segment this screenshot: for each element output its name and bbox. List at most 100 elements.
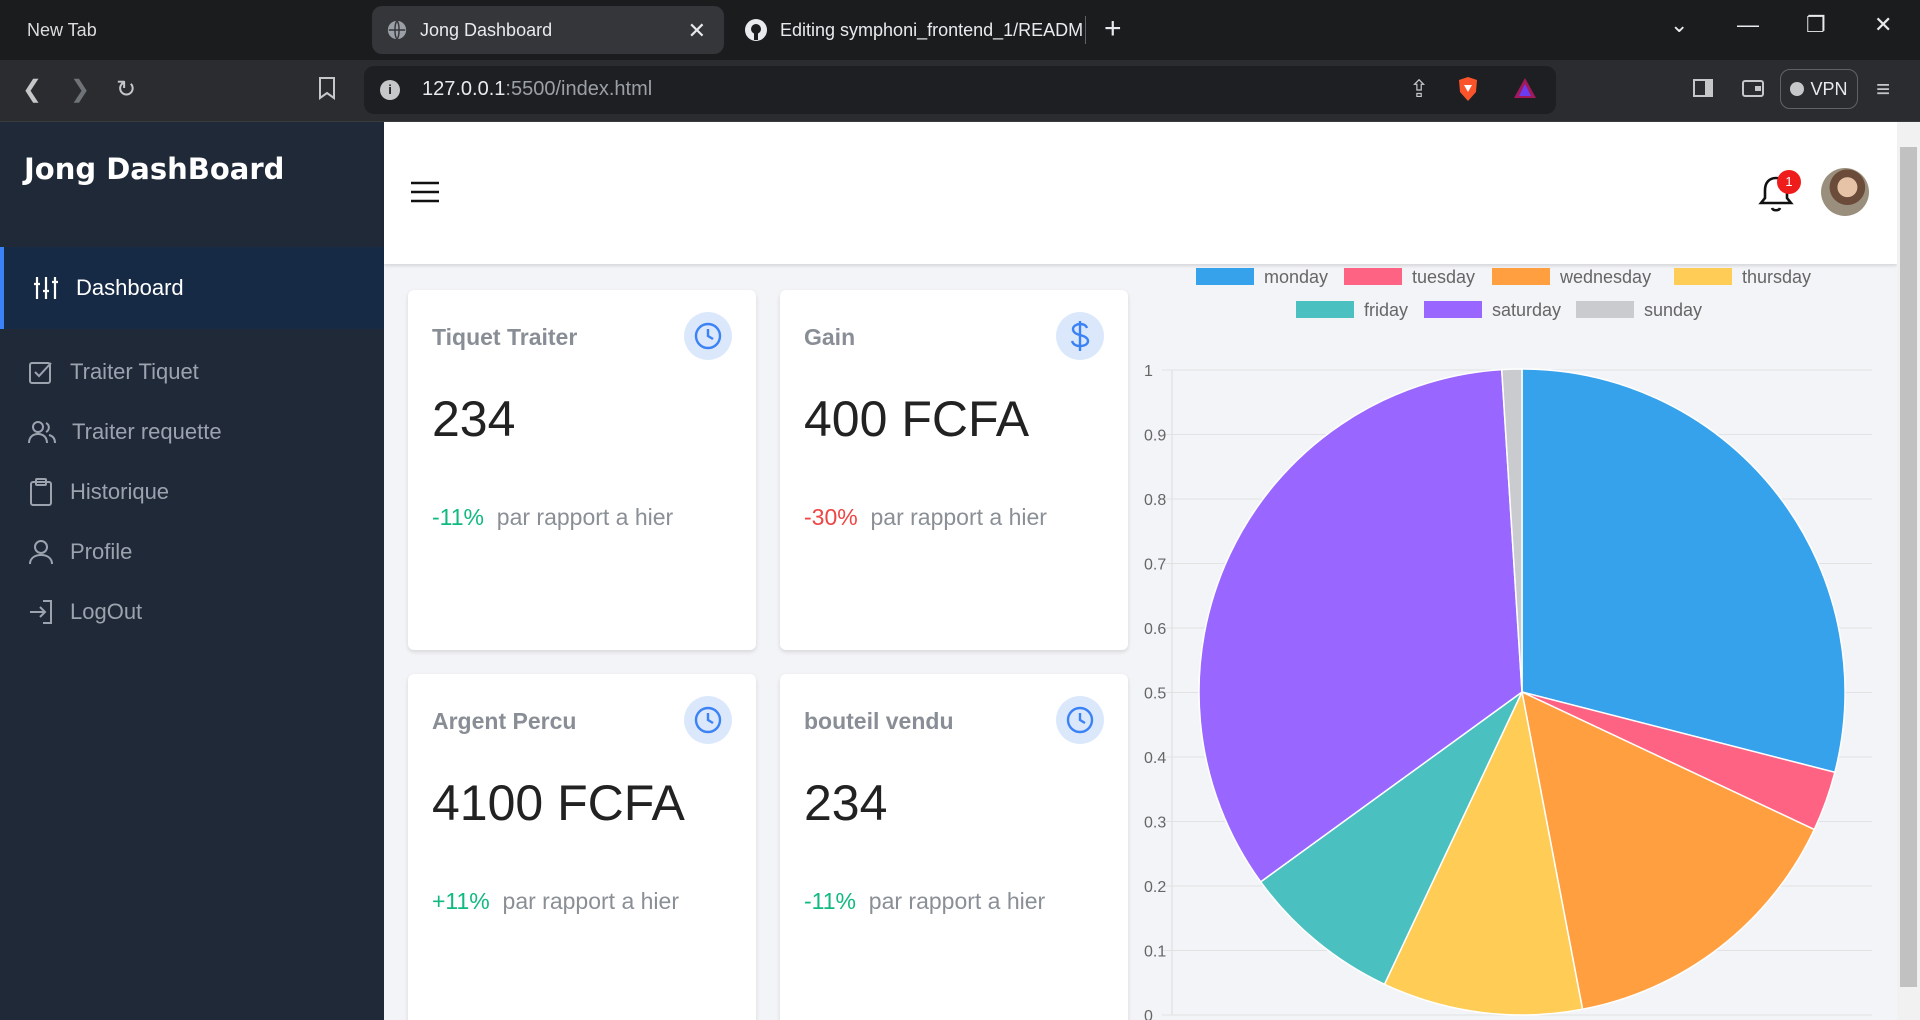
legend-swatch [1492, 268, 1550, 285]
y-tick-label: 0 [1144, 1008, 1153, 1020]
address-bar[interactable]: i 127.0.0.1:5500/index.html ⇪ [364, 66, 1556, 114]
browser-tabbar: New Tab Jong Dashboard ✕ Editing symphon… [0, 0, 1920, 60]
sidebar-item-dashboard[interactable]: Dashboard [0, 247, 384, 329]
sidebar-toggle-icon[interactable] [1693, 76, 1713, 104]
y-tick-label: 0.5 [1144, 686, 1166, 703]
pie-chart: monday tuesday wednesday thursday friday satu… [1144, 267, 1872, 1020]
card-title: bouteil vendu [804, 708, 954, 734]
window-close-icon[interactable]: ✕ [1874, 12, 1892, 38]
sidebar-item-traiter-requette[interactable]: Traiter requette [28, 412, 222, 452]
sidebar-item-label: Traiter Tiquet [70, 359, 199, 384]
card-footer: -11% par rapport a hier [432, 504, 673, 531]
vpn-button[interactable]: VPN [1780, 69, 1858, 109]
legend-label: wednesday [1559, 267, 1651, 287]
sidebar-item-label: LogOut [70, 599, 143, 624]
card-footer: +11% par rapport a hier [432, 888, 679, 915]
card-delta-text: par rapport a hier [496, 504, 674, 530]
brave-rewards-icon[interactable] [1512, 76, 1538, 107]
legend-label: thursday [1742, 267, 1811, 287]
tab-search-chevron-icon[interactable]: ⌄ [1670, 12, 1688, 38]
legend-label: saturday [1492, 300, 1561, 320]
tab-title: Editing symphoni_frontend_1/READM [780, 19, 1084, 40]
tab-github-editing[interactable]: Editing symphoni_frontend_1/READM [744, 6, 1084, 54]
card-footer: -11% par rapport a hier [804, 888, 1045, 915]
sidebar-item-label: Dashboard [76, 275, 184, 300]
url-text[interactable]: 127.0.0.1:5500/index.html [422, 78, 652, 101]
dollar-icon [1056, 312, 1104, 360]
sidebar: Jong DashBoard Dashboard Traiter Tiquet … [0, 122, 384, 1020]
y-tick-label: 1 [1144, 363, 1153, 380]
stat-card-bouteil-vendu: bouteil vendu 234 -11% par rapport a hie… [780, 674, 1128, 1020]
legend-label: sunday [1644, 300, 1702, 320]
tab-separator [1085, 16, 1086, 44]
card-delta: -11% [804, 888, 856, 914]
y-tick-label: 0.2 [1144, 879, 1166, 896]
globe-icon [387, 20, 407, 40]
tab-title: New Tab [27, 19, 97, 40]
avatar[interactable] [1821, 168, 1869, 216]
card-delta: -11% [432, 504, 484, 530]
legend-swatch [1196, 268, 1254, 285]
sidebar-item-profile[interactable]: Profile [28, 532, 132, 572]
card-title: Gain [804, 324, 856, 350]
close-tab-icon[interactable]: ✕ [688, 18, 706, 44]
reload-icon[interactable]: ↻ [116, 76, 136, 104]
card-footer: -30% par rapport a hier [804, 504, 1047, 531]
legend-swatch [1576, 301, 1634, 318]
menu-icon[interactable]: ≡ [1876, 76, 1890, 104]
url-host: 127.0.0.1 [422, 78, 506, 100]
brand-title: Jong DashBoard [24, 152, 285, 186]
new-tab-plus-icon[interactable]: + [1104, 12, 1122, 46]
tab-jong-dashboard[interactable]: Jong Dashboard ✕ [372, 6, 724, 54]
y-tick-label: 0.7 [1144, 557, 1166, 574]
sidebar-item-label: Historique [70, 479, 170, 504]
page: Jong DashBoard Dashboard Traiter Tiquet … [0, 122, 1920, 1020]
legend-label: friday [1364, 300, 1408, 320]
legend-swatch [1344, 268, 1402, 285]
card-delta-text: par rapport a hier [502, 888, 679, 914]
y-tick-label: 0.4 [1144, 750, 1166, 767]
scrollbar-thumb[interactable] [1900, 147, 1917, 987]
card-delta-text: par rapport a hier [870, 504, 1047, 530]
users-icon [28, 421, 56, 444]
sidebar-item-historique[interactable]: Historique [28, 472, 169, 512]
checkbox-icon [29, 362, 52, 384]
card-value: 234 [432, 391, 516, 447]
sidebar-item-label: Profile [70, 539, 133, 564]
github-icon [745, 19, 767, 41]
stat-card-tiquet-traiter: Tiquet Traiter 234 -11% par rapport a hi… [408, 290, 756, 650]
site-info-icon[interactable]: i [380, 80, 400, 100]
legend-swatch [1296, 301, 1354, 318]
share-icon[interactable]: ⇪ [1409, 76, 1429, 104]
tab-title: Jong Dashboard [420, 19, 553, 40]
user-icon [29, 540, 53, 565]
sidebar-item-logout[interactable]: LogOut [28, 592, 142, 632]
back-icon[interactable]: ❮ [22, 76, 42, 104]
card-delta-text: par rapport a hier [868, 888, 1046, 914]
wallet-icon[interactable] [1742, 76, 1764, 104]
card-value: 4100 FCFA [432, 775, 685, 831]
card-delta: -30% [804, 504, 858, 530]
minimize-icon[interactable]: — [1737, 12, 1759, 38]
bookmark-icon[interactable] [318, 76, 336, 107]
restore-icon[interactable]: ❐ [1806, 12, 1826, 38]
y-tick-label: 0.3 [1144, 815, 1166, 832]
tab-new-tab[interactable]: New Tab [27, 6, 97, 54]
sliders-icon [34, 277, 58, 299]
clock-icon [1056, 696, 1104, 744]
url-path: :5500/index.html [505, 78, 653, 100]
sidebar-item-label: Traiter requette [72, 419, 222, 444]
pie-chart-panel: monday tuesday wednesday thursday friday satu… [1128, 242, 1878, 1020]
browser-toolbar: ❮ ❯ ↻ i 127.0.0.1:5500/index.html ⇪ VPN … [0, 60, 1920, 122]
brave-shield-icon[interactable] [1456, 76, 1480, 109]
y-tick-label: 0.8 [1144, 492, 1166, 509]
legend-swatch [1424, 301, 1482, 318]
clipboard-icon [30, 478, 52, 506]
stat-card-argent-percu: Argent Percu 4100 FCFA +11% par rapport … [408, 674, 756, 1020]
logout-icon [30, 600, 52, 624]
clock-icon [684, 312, 732, 360]
hamburger-menu-icon[interactable] [410, 180, 440, 204]
sidebar-item-traiter-tiquet[interactable]: Traiter Tiquet [28, 352, 199, 392]
forward-icon[interactable]: ❯ [70, 76, 90, 104]
vpn-label: VPN [1810, 78, 1848, 99]
